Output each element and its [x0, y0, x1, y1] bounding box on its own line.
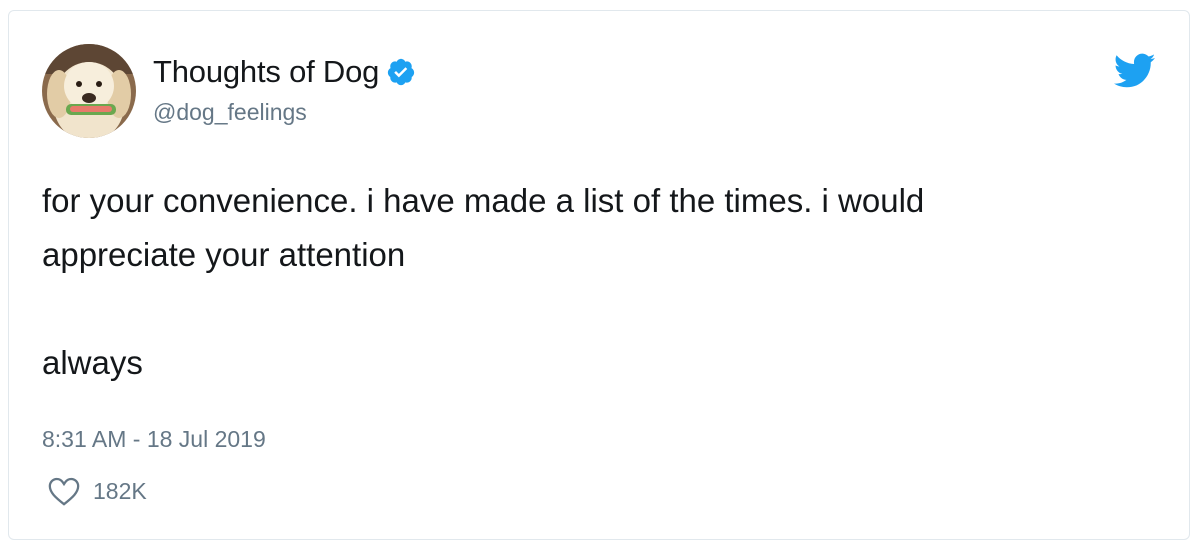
verified-badge-icon — [388, 58, 415, 86]
tweet-card: Thoughts of Dog @dog_feelings for your c… — [8, 10, 1190, 540]
avatar[interactable] — [42, 44, 136, 138]
twitter-bird-icon[interactable] — [1114, 53, 1156, 89]
author-name[interactable]: Thoughts of Dog — [153, 54, 379, 90]
dog-avatar-image — [42, 44, 136, 138]
author-handle[interactable]: @dog_feelings — [153, 99, 307, 126]
like-action[interactable]: 182K — [47, 475, 147, 507]
tweet-timestamp[interactable]: 8:31 AM - 18 Jul 2019 — [42, 426, 266, 453]
author-row: Thoughts of Dog — [153, 54, 416, 90]
tweet-text: for your convenience. i have made a list… — [42, 182, 925, 381]
heart-icon[interactable] — [47, 475, 81, 507]
like-count: 182K — [93, 477, 147, 504]
